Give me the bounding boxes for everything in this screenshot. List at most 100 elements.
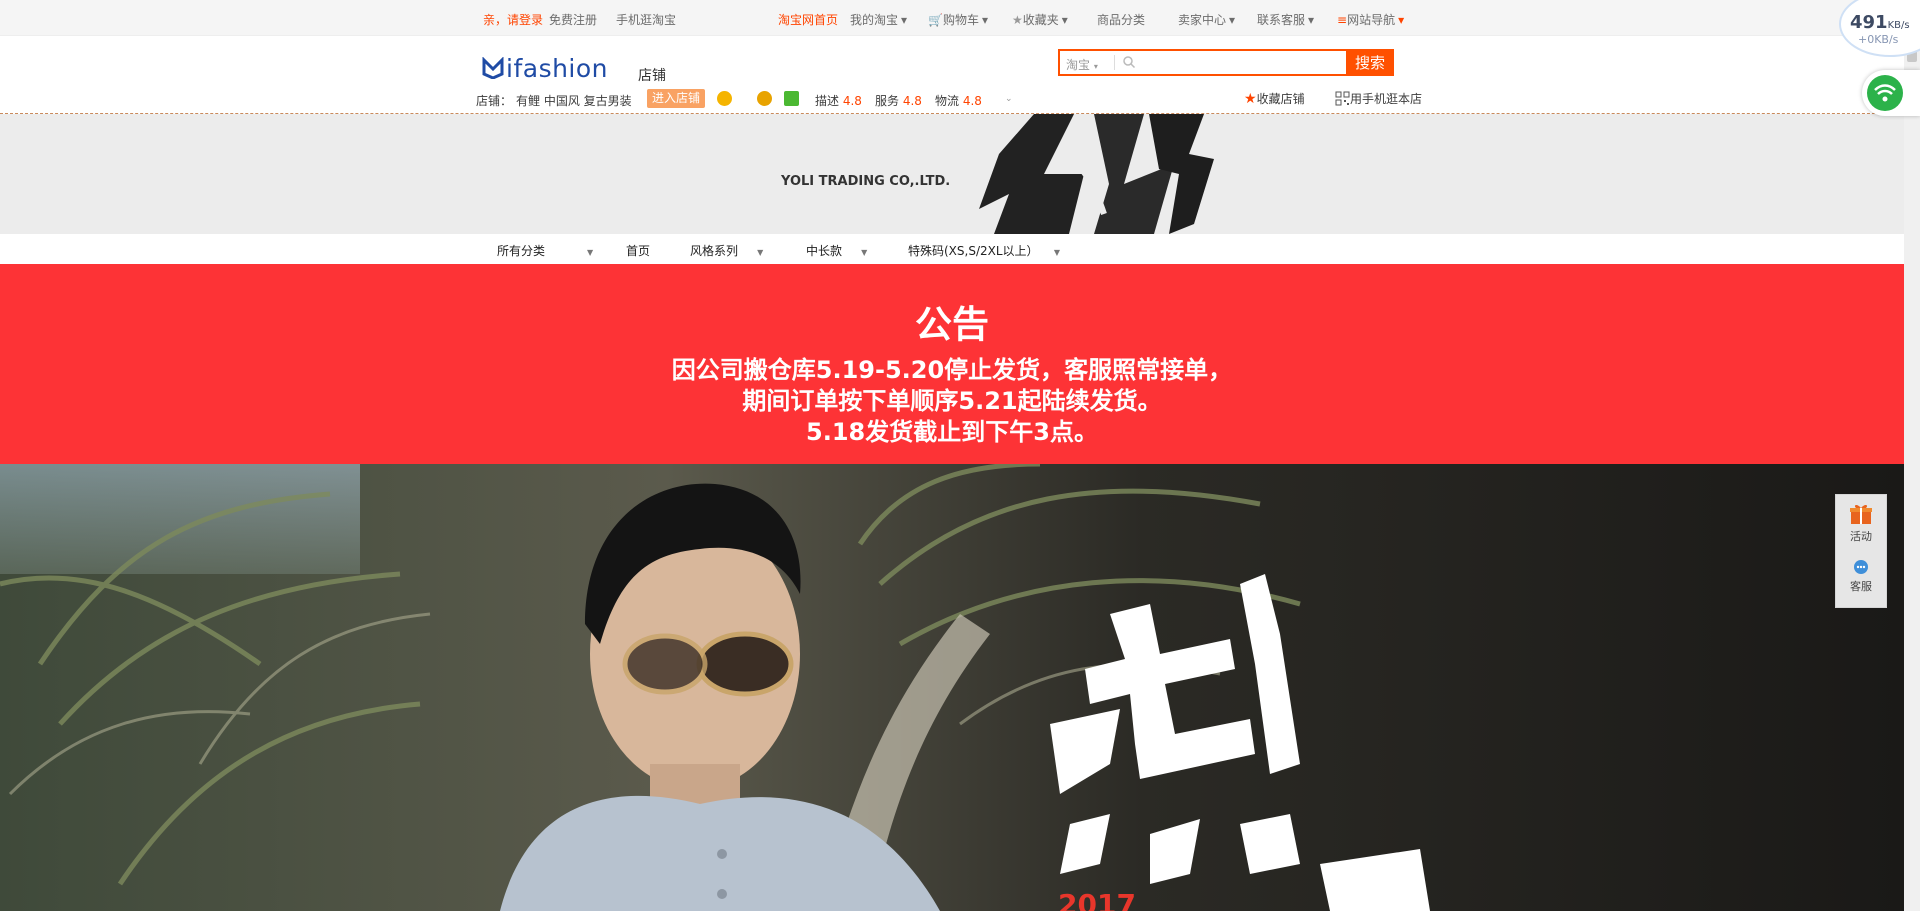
chevron-down-icon: ▾	[1398, 13, 1405, 27]
seller-center-label: 卖家中心	[1178, 13, 1227, 27]
enter-shop-button[interactable]: 进入店铺	[647, 89, 705, 108]
menu-icon: ≡	[1337, 13, 1348, 27]
score-logistics: 物流 4.8	[935, 92, 982, 109]
announcement-line: 5.18发货截止到下午3点。	[806, 418, 1098, 446]
chevron-down-icon: ▾	[901, 13, 908, 27]
chevron-down-icon: ▼	[1053, 248, 1060, 257]
site-nav-menu[interactable]: ≡网站导航 ▾	[1337, 11, 1404, 28]
score-description: 描述 4.8	[815, 92, 862, 109]
search-scope-select[interactable]: 淘宝 ▾	[1066, 56, 1098, 73]
nav-all-categories[interactable]: 所有分类 ▼	[497, 242, 593, 259]
star-icon: ★	[1012, 13, 1023, 27]
nav-special-sizes[interactable]: 特殊码(XS,S/2XL以上） ▼	[908, 242, 1060, 259]
score-label: 描述	[815, 94, 840, 108]
nav-label: 中长款	[806, 244, 843, 258]
register-link[interactable]: 免费注册	[549, 11, 597, 28]
shop-name[interactable]: 有鲤 中国风 复古男装	[516, 92, 632, 109]
logo-text: ifashion	[506, 54, 609, 83]
mobile-shop-link[interactable]: 用手机逛本店	[1335, 90, 1422, 107]
hero-photo	[0, 464, 1904, 911]
service-label: 客服	[1850, 580, 1872, 593]
nav-mid-long[interactable]: 中长款 ▼	[806, 242, 867, 259]
chevron-down-icon: ▾	[1061, 13, 1068, 27]
shop-banner: YOLI TRADING CO,.LTD.	[0, 114, 1904, 234]
chevron-down-icon[interactable]: ⌄	[1005, 94, 1013, 104]
speed-unit: KB/s	[1887, 20, 1910, 31]
search-input[interactable]	[1142, 52, 1342, 74]
chevron-down-icon: ▼	[586, 248, 594, 257]
chevron-down-icon: ▾	[1229, 13, 1236, 27]
nav-home[interactable]: 首页	[626, 242, 650, 259]
chevron-down-icon: ▼	[861, 248, 868, 257]
service-button[interactable]: 客服	[1836, 559, 1886, 594]
year-label: 2017	[1058, 888, 1136, 911]
score-value: 4.8	[962, 94, 982, 108]
chevron-down-icon: ▾	[981, 13, 988, 27]
my-taobao-label: 我的淘宝	[850, 13, 899, 27]
side-toolbar: 活动 客服	[1835, 494, 1887, 608]
categories-link[interactable]: 商品分类	[1097, 11, 1145, 28]
seller-center-menu[interactable]: 卖家中心 ▾	[1178, 11, 1235, 28]
network-speed-widget[interactable]: 491KB/s +0KB/s	[1838, 0, 1920, 60]
chevron-down-icon: ▾	[1093, 62, 1098, 71]
download-speed: 491KB/s	[1850, 12, 1910, 33]
my-taobao-menu[interactable]: 我的淘宝 ▾	[850, 11, 907, 28]
nav-style-series[interactable]: 风格系列 ▼	[690, 242, 763, 259]
speed-value: 491	[1850, 12, 1888, 33]
shop-header: ifashion 店铺 淘宝 ▾ 搜索 店铺： 有鲤 中国风 复古男装 进入店铺…	[0, 36, 1920, 114]
calligraphy-decoration	[979, 114, 1214, 234]
gift-icon	[1850, 504, 1872, 524]
shop-label: 店铺：	[476, 94, 513, 108]
mobile-taobao-link[interactable]: 手机逛淘宝	[616, 11, 676, 28]
score-value: 4.8	[842, 94, 862, 108]
cart-icon: 🛒	[928, 13, 943, 27]
verified-badge-icon	[784, 91, 799, 106]
search-icon	[1123, 56, 1136, 69]
wifi-icon	[1867, 75, 1903, 111]
score-label: 服务	[875, 94, 900, 108]
score-label: 物流	[935, 94, 960, 108]
mobile-shop-label: 用手机逛本店	[1350, 92, 1423, 106]
chat-icon	[1854, 560, 1868, 574]
star-icon: ★	[1244, 91, 1257, 107]
crown-badge-icon	[717, 91, 732, 106]
chevron-down-icon: ▼	[757, 248, 764, 257]
announcement-title: 公告	[915, 303, 989, 346]
shop-tag: 店铺	[638, 68, 666, 84]
announcement-line: 因公司搬仓库5.19-5.20停止发货，客服照常接单，	[671, 356, 1233, 384]
scrollbar[interactable]	[1904, 0, 1920, 911]
favorites-menu[interactable]: ★收藏夹 ▾	[1012, 11, 1068, 28]
announcement-line: 期间订单按下单顺序5.21起陆续发货。	[742, 387, 1162, 415]
login-link[interactable]: 亲，请登录	[483, 11, 543, 28]
company-name: YOLI TRADING CO,.LTD.	[781, 174, 951, 189]
taobao-home-link[interactable]: 淘宝网首页	[778, 11, 838, 28]
favorites-label: 收藏夹	[1022, 13, 1059, 27]
score-value: 4.8	[902, 94, 922, 108]
cart-label: 购物车	[942, 13, 979, 27]
activity-label: 活动	[1850, 530, 1872, 543]
chevron-down-icon: ▾	[1308, 13, 1315, 27]
gold-medal-icon	[757, 91, 772, 106]
wifi-widget[interactable]	[1862, 70, 1920, 116]
nav-label: 所有分类	[497, 244, 546, 258]
search-button[interactable]: 搜索	[1346, 49, 1394, 76]
site-nav: 亲，请登录 免费注册 手机逛淘宝 淘宝网首页 我的淘宝 ▾ 🛒购物车 ▾ ★收藏夹 ▾…	[0, 0, 1920, 36]
upload-speed: +0KB/s	[1858, 33, 1899, 46]
ifashion-logo[interactable]: ifashion	[482, 54, 608, 83]
qrcode-icon	[1335, 91, 1350, 106]
shop-nav: 所有分类 ▼ 首页 风格系列 ▼ 中长款 ▼ 特殊码(XS,S/2XL以上） ▼	[0, 234, 1904, 264]
nav-label: 风格系列	[690, 244, 739, 258]
service-menu[interactable]: 联系客服 ▾	[1257, 11, 1314, 28]
divider	[1114, 55, 1115, 70]
fav-shop-link[interactable]: ★收藏店铺	[1244, 90, 1305, 107]
announcement-banner: 公告 因公司搬仓库5.19-5.20停止发货，客服照常接单， 期间订单按下单顺序…	[0, 264, 1904, 464]
service-label: 联系客服	[1257, 13, 1306, 27]
search-scope-label: 淘宝	[1066, 58, 1091, 72]
score-service: 服务 4.8	[875, 92, 922, 109]
search-box: 淘宝 ▾ 搜索	[1058, 49, 1394, 76]
activity-button[interactable]: 活动	[1836, 503, 1886, 544]
nav-label: 特殊码(XS,S/2XL以上）	[908, 244, 1039, 258]
site-nav-label: 网站导航	[1347, 13, 1396, 27]
cart-menu[interactable]: 🛒购物车 ▾	[928, 11, 988, 28]
hero-image[interactable]: 2017	[0, 464, 1904, 911]
